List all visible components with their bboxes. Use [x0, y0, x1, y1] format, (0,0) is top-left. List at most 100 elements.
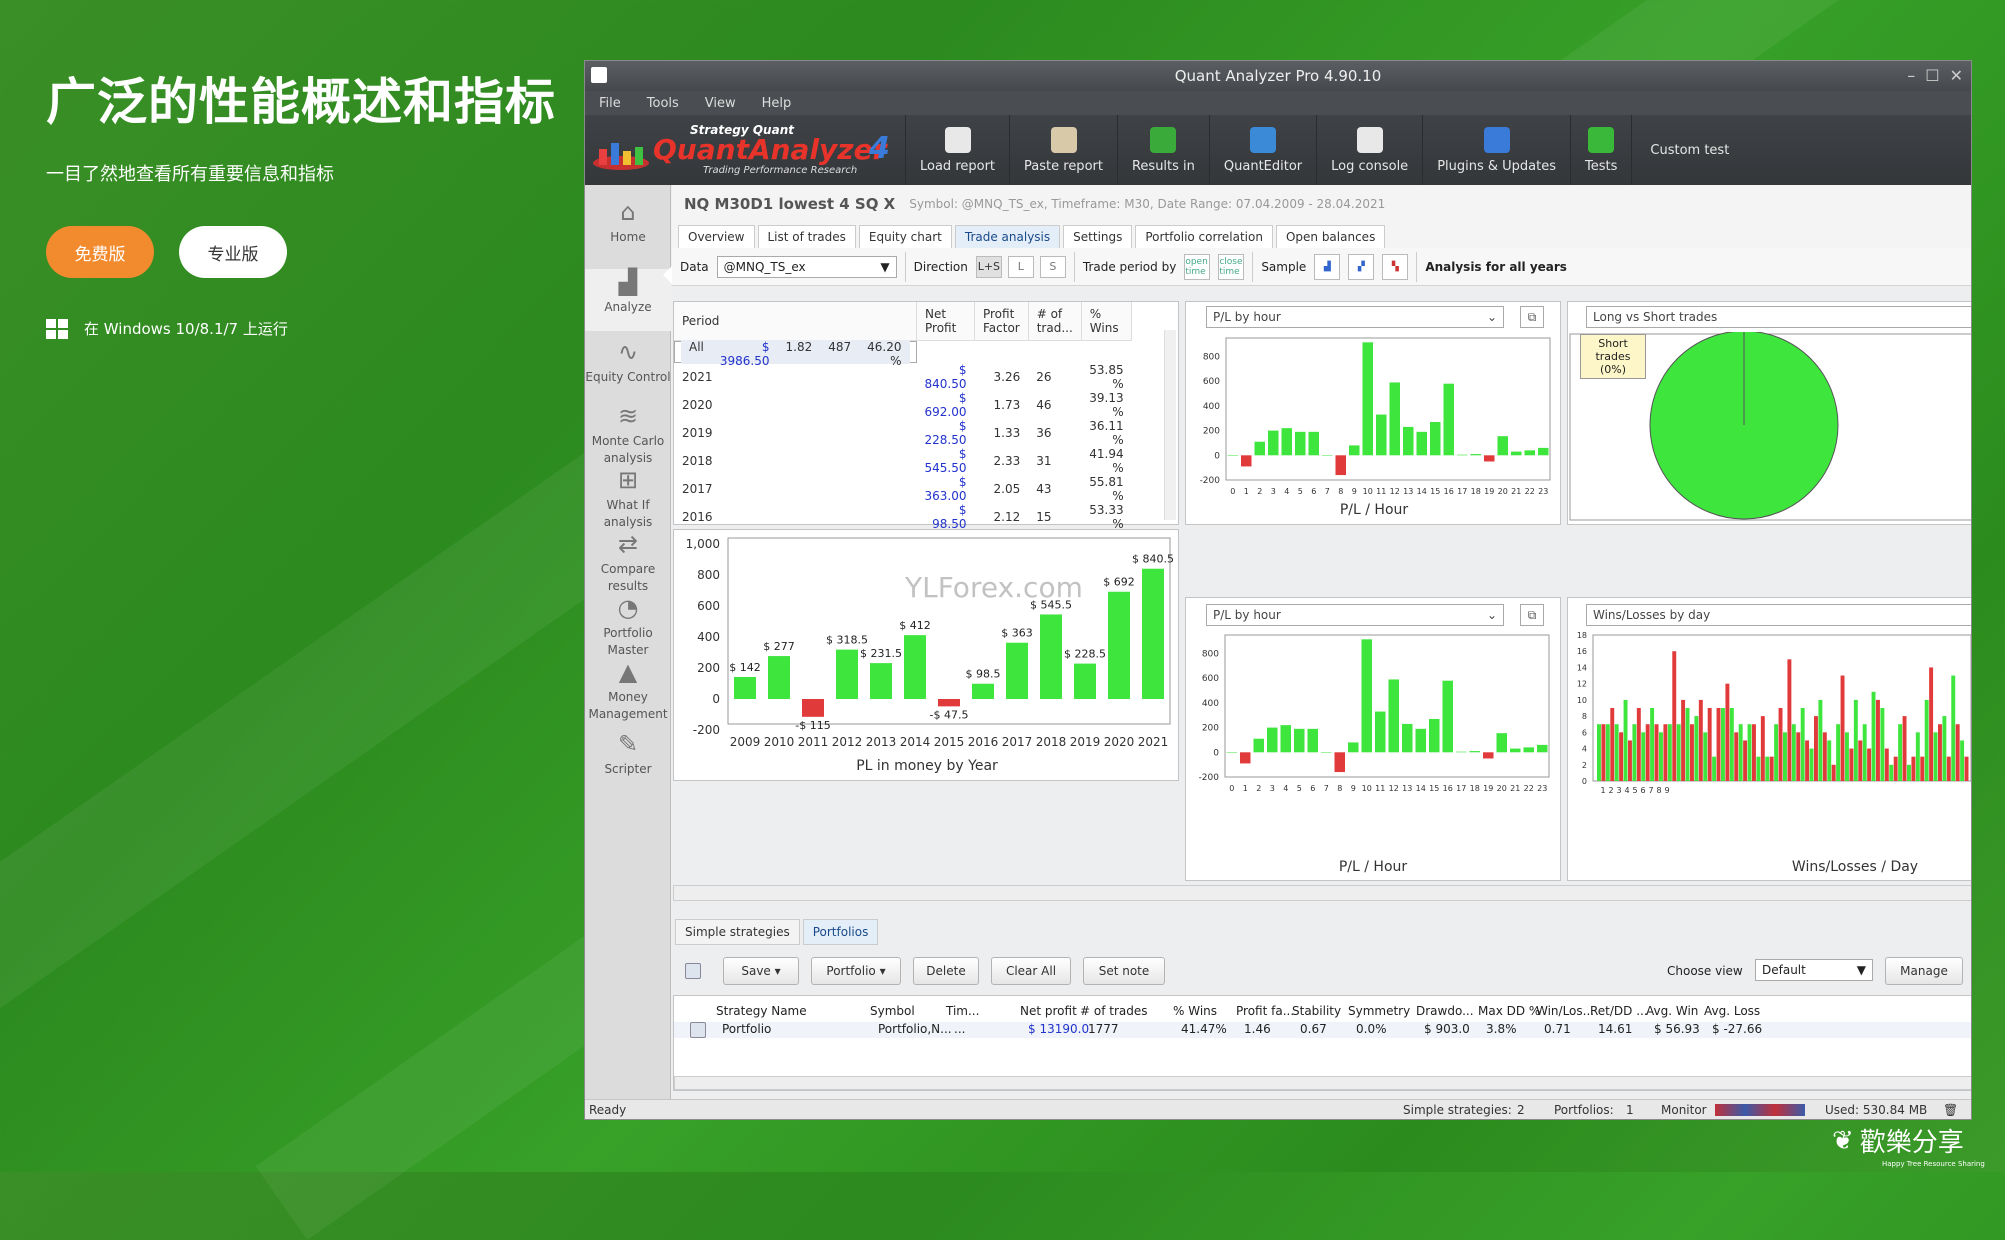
column-header[interactable]: Avg. Win	[1646, 1004, 1698, 1018]
column-header[interactable]: % Wins	[1173, 1004, 1217, 1018]
table-scrollbar[interactable]	[1164, 330, 1176, 520]
tab-trade-analysis[interactable]: Trade analysis	[954, 225, 1061, 248]
trash-icon[interactable]: 🗑	[1943, 1103, 1958, 1117]
bar	[1538, 447, 1549, 456]
column-header[interactable]: Symbol	[870, 1004, 915, 1018]
table-row[interactable]: All $ 3986.50 1.82 487 46.20 %	[674, 339, 917, 368]
column-header[interactable]: Period	[674, 302, 917, 341]
sample-all-icon[interactable]: ▟	[1314, 253, 1341, 280]
column-header[interactable]: Strategy Name	[716, 1004, 807, 1018]
compare-icon: ⇄	[617, 530, 639, 558]
sidebar-item-portfolio-master[interactable]: ◔ Portfolio Master	[585, 595, 671, 657]
charts-hscrollbar[interactable]	[673, 885, 1971, 901]
sample-is-icon[interactable]: ▞	[1348, 253, 1375, 280]
direction-ls[interactable]: L+S	[975, 255, 1002, 278]
table-row[interactable]: 2019 $ 228.50 1.33 36 36.11 %	[674, 419, 1132, 447]
column-header[interactable]: Profit Factor	[974, 302, 1029, 341]
sidebar-item-monte-carlo-analysis[interactable]: ≋ Monte Carlo analysis	[585, 403, 671, 465]
table-row[interactable]: 2018 $ 545.50 2.33 31 41.94 %	[674, 447, 1132, 475]
table-row[interactable]: Portfolio Portfolio,N...... $ 13190.0 1777 4…	[674, 1022, 1971, 1038]
sample-oos-icon[interactable]: ▚	[1382, 253, 1409, 280]
column-header[interactable]: Stability	[1292, 1004, 1341, 1018]
direction-long[interactable]: L	[1007, 255, 1034, 278]
menu-view[interactable]: View	[705, 96, 736, 111]
save-button[interactable]: Save ▾	[723, 957, 799, 985]
toolbar-button-log-console[interactable]: Log console	[1316, 115, 1422, 185]
column-header[interactable]: Net Profit	[916, 302, 975, 341]
clear-all-button[interactable]: Clear All	[991, 957, 1071, 985]
maximize-icon[interactable]: ☐	[1925, 66, 1939, 85]
select-all-checkbox[interactable]	[685, 963, 701, 979]
close-time-button[interactable]: close time	[1218, 253, 1245, 280]
table-hscrollbar[interactable]	[674, 1076, 1971, 1090]
wins-losses-dropdown[interactable]: Wins/Losses by day	[1586, 604, 1971, 626]
y-tick-label: 2	[1582, 761, 1587, 770]
column-header[interactable]: Symmetry	[1348, 1004, 1410, 1018]
sidebar-item-home[interactable]: ⌂ Home	[585, 199, 671, 257]
row-checkbox[interactable]	[690, 1022, 706, 1038]
column-header[interactable]: Profit fa...	[1236, 1004, 1294, 1018]
delete-button[interactable]: Delete	[913, 957, 979, 985]
sidebar-item-analyze[interactable]: ▟ Analyze	[585, 269, 671, 331]
manage-button[interactable]: Manage	[1885, 957, 1963, 985]
long-short-dropdown-value: Long vs Short trades	[1593, 310, 1718, 324]
x-tick-label: 18	[1470, 784, 1480, 793]
toolbar-button-paste-report[interactable]: Paste report	[1009, 115, 1117, 185]
column-header[interactable]: # of trad...	[1028, 302, 1082, 341]
toolbar-button-tests[interactable]: Tests	[1570, 115, 1631, 185]
choose-view-select[interactable]: Default ▼	[1755, 959, 1873, 981]
long-short-dropdown[interactable]: Long vs Short trades	[1586, 306, 1971, 328]
column-header[interactable]: # of trades	[1080, 1004, 1148, 1018]
menu-file[interactable]: File	[599, 96, 621, 111]
bar	[938, 699, 960, 707]
pl-hour-dropdown[interactable]: P/L by hour ⌄	[1206, 306, 1504, 328]
tab-settings[interactable]: Settings	[1063, 225, 1133, 248]
pro-version-button[interactable]: 专业版	[179, 226, 287, 278]
tab-portfolios[interactable]: Portfolios	[802, 919, 879, 945]
minimize-icon[interactable]: –	[1907, 66, 1915, 85]
sidebar-item-compare-results[interactable]: ⇄ Compare results	[585, 530, 671, 593]
close-icon[interactable]: ✕	[1950, 66, 1963, 85]
copy-chart-icon[interactable]: ⧉	[1520, 604, 1544, 626]
copy-chart-icon[interactable]: ⧉	[1520, 306, 1544, 328]
toolbar-button-plugins-updates[interactable]: Plugins & Updates	[1422, 115, 1570, 185]
sidebar-item-what-if-analysis[interactable]: ⊞ What If analysis	[585, 467, 671, 529]
sidebar-item-equity-control[interactable]: ∿ Equity Control	[585, 339, 671, 397]
x-tick-label: 17	[1456, 784, 1466, 793]
column-header[interactable]: Drawdo...	[1416, 1004, 1474, 1018]
column-header[interactable]: Avg. Loss	[1704, 1004, 1760, 1018]
column-header[interactable]: Ret/DD ...	[1590, 1004, 1648, 1018]
direction-short[interactable]: S	[1039, 255, 1066, 278]
bar	[1322, 455, 1333, 456]
tab-simple-strategies[interactable]: Simple strategies	[675, 919, 800, 945]
tab-list-of-trades[interactable]: List of trades	[757, 225, 856, 248]
open-time-button[interactable]: open time	[1184, 253, 1211, 280]
portfolio-button[interactable]: Portfolio ▾	[811, 957, 901, 985]
custom-test-button[interactable]: Custom test	[1631, 115, 1743, 185]
column-header[interactable]: Net profit	[1020, 1004, 1077, 1018]
tab-portfolio-correlation[interactable]: Portfolio correlation	[1135, 225, 1273, 248]
toolbar-button-load-report[interactable]: Load report	[905, 115, 1009, 185]
toolbar-button-results-in[interactable]: Results in	[1116, 115, 1209, 185]
bar-losses	[1690, 724, 1694, 781]
table-row[interactable]: 2017 $ 363.00 2.05 43 55.81 %	[674, 475, 1132, 503]
tab-equity-chart[interactable]: Equity chart	[858, 225, 952, 248]
tab-open-balances[interactable]: Open balances	[1275, 225, 1386, 248]
set-note-button[interactable]: Set note	[1083, 957, 1165, 985]
column-header[interactable]: Win/Los...	[1536, 1004, 1594, 1018]
sidebar-item-scripter[interactable]: ✎ Scripter	[585, 731, 671, 789]
table-row[interactable]: 2016 $ 98.50 2.12 15 53.33 %	[674, 503, 1132, 531]
menu-help[interactable]: Help	[762, 96, 792, 111]
table-row[interactable]: 2020 $ 692.00 1.73 46 39.13 %	[674, 391, 1132, 419]
data-select[interactable]: @MNQ_TS_ex ▼	[716, 255, 897, 278]
column-header[interactable]: Tim...	[946, 1004, 979, 1018]
menu-tools[interactable]: Tools	[647, 96, 679, 111]
bar-wins	[1774, 724, 1779, 781]
column-header[interactable]: % Wins	[1081, 302, 1133, 341]
column-header[interactable]: Max DD %	[1478, 1004, 1540, 1018]
sidebar-item-money-management[interactable]: ▲ Money Management	[585, 659, 671, 721]
toolbar-button-quanteditor[interactable]: QuantEditor	[1208, 115, 1316, 185]
free-version-button[interactable]: 免费版	[46, 226, 154, 278]
tab-overview[interactable]: Overview	[678, 225, 755, 248]
pl-hour-dropdown-2[interactable]: P/L by hour ⌄	[1206, 604, 1504, 626]
